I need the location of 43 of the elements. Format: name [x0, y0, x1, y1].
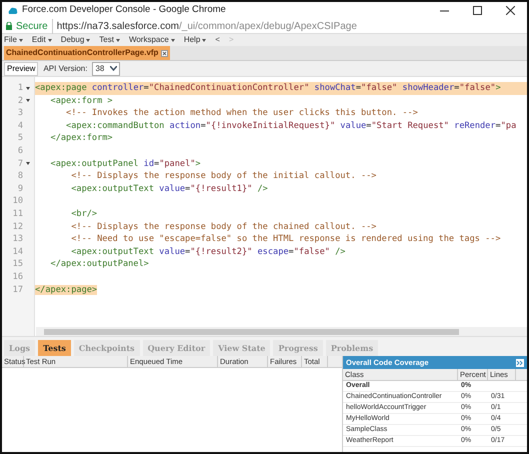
code-line: <!-- Invokes the action method when the user clicks this button. --> [65, 107, 419, 120]
menu-item[interactable]: Help [184, 34, 206, 46]
line-number: 9 [18, 182, 23, 196]
code-line: <br/> [70, 208, 98, 221]
code-line: <apex:outputPanel id="panel"> [50, 158, 202, 170]
menu-item[interactable]: File [4, 34, 23, 46]
code-line: <apex:outputText value="{!result1}" /> [70, 182, 269, 196]
line-number: 4 [18, 120, 23, 132]
line-number: 6 [18, 144, 23, 158]
preview-button[interactable]: Preview [4, 62, 38, 76]
line-number: 17 [12, 284, 23, 296]
code-line: <apex:form > [50, 94, 114, 108]
line-number: 15 [12, 258, 23, 271]
window-title: Force.com Developer Console - Google Chrome [22, 3, 226, 18]
line-number: 7 [18, 158, 23, 170]
menu-item[interactable]: Edit [32, 34, 52, 46]
line-number: 5 [18, 132, 23, 145]
menu-item[interactable]: Debug [60, 34, 90, 46]
file-tab[interactable]: ChainedContinuationControllerPage.vfp [4, 46, 170, 60]
menu-item[interactable]: Workspace [128, 34, 175, 46]
line-number: 16 [12, 270, 23, 284]
panel-tab[interactable]: Tests [38, 340, 71, 356]
line-number: 12 [12, 220, 23, 234]
menu-item[interactable]: Test [99, 34, 120, 46]
back-button[interactable]: < [215, 34, 220, 46]
line-number: 11 [12, 208, 23, 221]
line-number: 2 [18, 94, 23, 108]
line-number: 3 [18, 107, 23, 120]
line-number: 10 [12, 195, 23, 208]
code-line: </apex:form> [50, 132, 114, 145]
api-version-select[interactable]: 38 [92, 62, 120, 76]
code-line: <!-- Need to use "escape=false" so the HTML response is rendered using the tags --> [70, 233, 502, 246]
line-number: 13 [12, 233, 23, 246]
code-line: <!-- Displays the response body of the chained callout. --> [70, 220, 378, 234]
line-number: 1 [18, 82, 23, 95]
code-line: <apex:commandButton action="{!invokeInitialRequest}" value="Start Request" reRender="pa [65, 120, 518, 132]
security-label: Secure [16, 20, 48, 34]
code-line: </apex:outputPanel> [50, 258, 150, 271]
code-line: <!-- Displays the response body of the initial callout. --> [70, 170, 378, 183]
line-number: 14 [12, 246, 23, 258]
code-line: <apex:outputText value="{!result2}" escape="false" /> [70, 246, 346, 258]
api-version-label: API Version: [43, 62, 88, 74]
line-number: 8 [18, 170, 23, 183]
